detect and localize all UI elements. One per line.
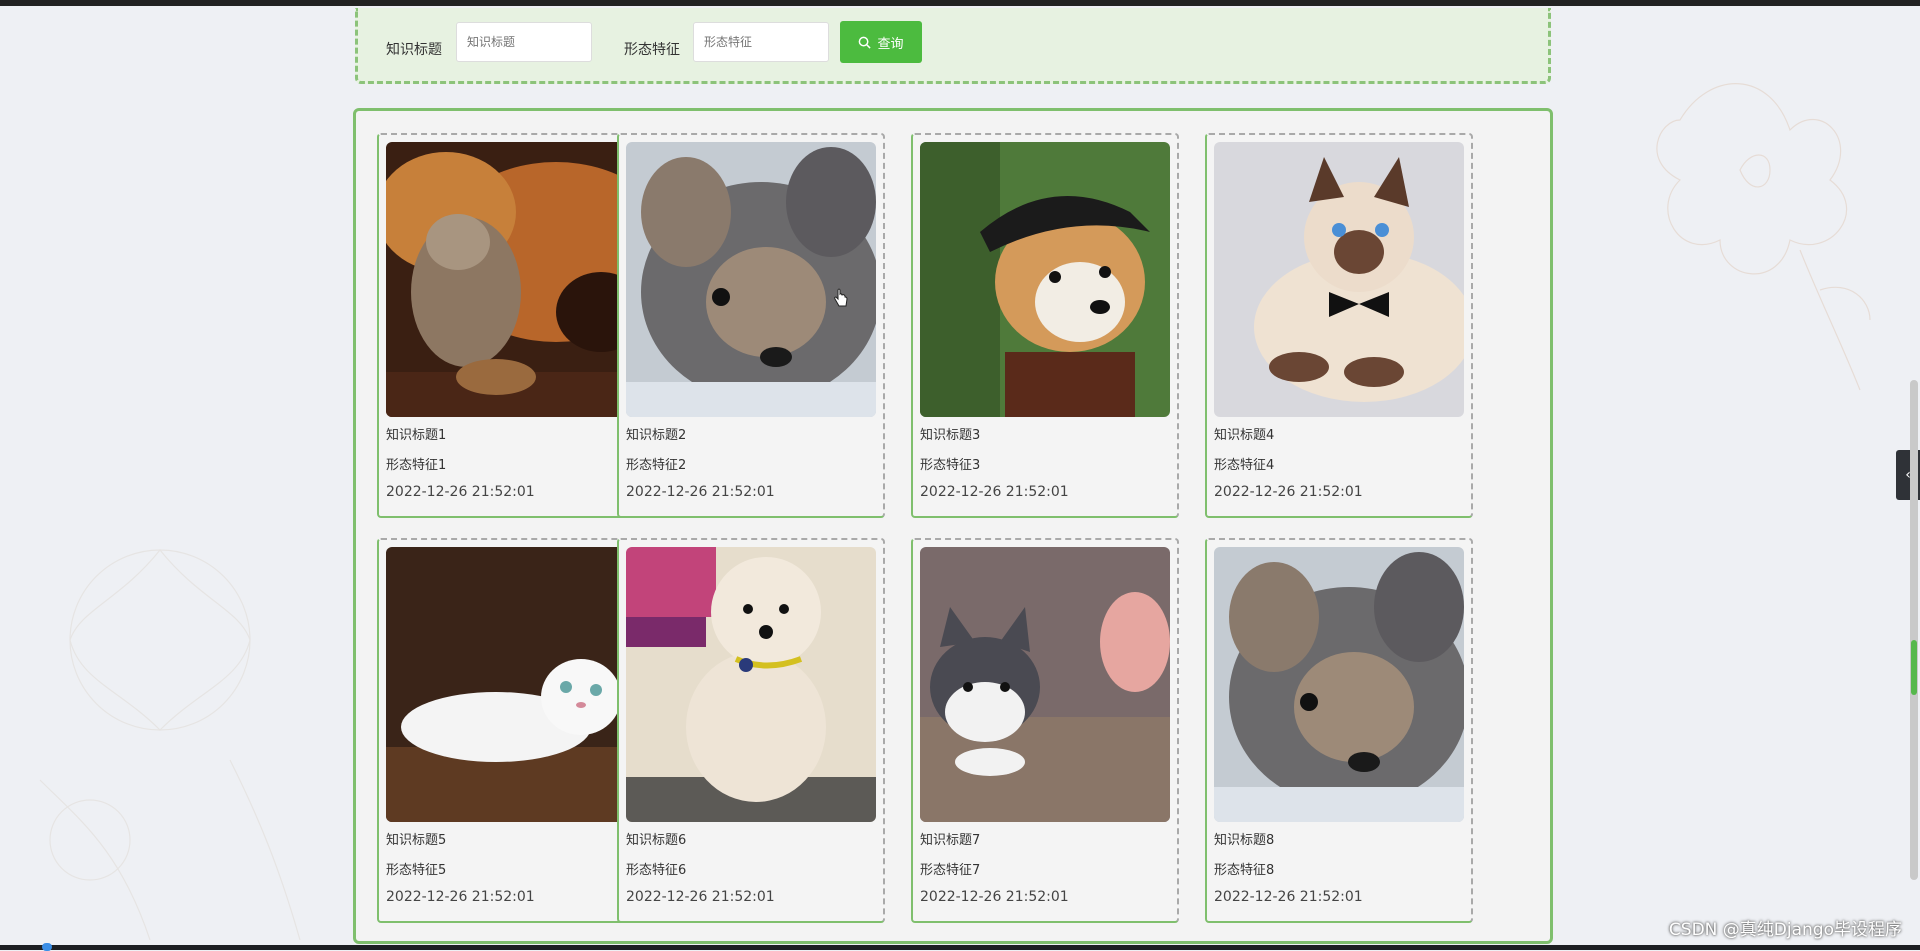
scrollbar-track[interactable] [1910,380,1918,880]
card-time: 2022-12-26 21:52:01 [1214,484,1363,500]
card-title: 知识标题8 [1214,833,1275,848]
card-title: 知识标题7 [920,833,981,848]
knowledge-grid: 知识标题1 形态特征1 2022-12-26 21:52:01 知识标题2 形态… [353,108,1553,944]
knowledge-card[interactable]: 知识标题1 形态特征1 2022-12-26 21:52:01 [377,133,645,518]
card-title: 知识标题4 [1214,428,1275,443]
floral-decoration [39,549,301,940]
feature-search-input[interactable] [693,22,829,62]
title-search-label: 知识标题 [386,42,442,58]
title-search-input[interactable] [456,22,592,62]
card-feature: 形态特征4 [1214,458,1275,473]
feature-search-label: 形态特征 [624,42,680,58]
white-fold-cat-photo[interactable] [386,547,636,822]
siamese-cat-bowtie-photo[interactable] [1214,142,1464,417]
knowledge-card[interactable]: 知识标题6 形态特征6 2022-12-26 21:52:01 [617,538,885,923]
gray-white-cat-photo[interactable] [920,547,1170,822]
card-title: 知识标题6 [626,833,687,848]
card-title: 知识标题1 [386,428,447,443]
card-time: 2022-12-26 21:52:01 [386,484,535,500]
knowledge-card[interactable]: 知识标题5 形态特征5 2022-12-26 21:52:01 [377,538,645,923]
card-time: 2022-12-26 21:52:01 [920,484,1069,500]
card-time: 2022-12-26 21:52:01 [626,484,775,500]
card-title: 知识标题2 [626,428,687,443]
card-feature: 形态特征2 [626,458,687,473]
knowledge-card[interactable]: 知识标题4 形态特征4 2022-12-26 21:52:01 [1205,133,1473,518]
top-bar [0,0,1920,6]
knowledge-card[interactable]: 知识标题3 形态特征3 2022-12-26 21:52:01 [911,133,1179,518]
scrollbar-thumb[interactable] [1911,640,1917,695]
poodle-photo[interactable] [626,547,876,822]
hand-cursor-icon [834,288,848,307]
card-time: 2022-12-26 21:52:01 [920,889,1069,905]
knowledge-card[interactable]: 知识标题7 形态特征7 2022-12-26 21:52:01 [911,538,1179,923]
card-feature: 形态特征8 [1214,863,1275,878]
card-time: 2022-12-26 21:52:01 [1214,889,1363,905]
knowledge-card[interactable]: 知识标题2 形态特征2 2022-12-26 21:52:01 [617,133,885,518]
search-button-label: 查询 [877,36,904,52]
cat-and-dog-photo[interactable] [386,142,636,417]
card-title: 知识标题3 [920,428,981,443]
card-feature: 形态特征3 [920,458,981,473]
card-feature: 形态特征6 [626,863,687,878]
search-panel: 知识标题 形态特征 查询 [355,8,1551,84]
gray-puppy-photo[interactable] [626,142,876,417]
watermark: CSDN @真纯Django毕设程序 [1668,920,1902,940]
card-title: 知识标题5 [386,833,447,848]
card-time: 2022-12-26 21:52:01 [386,889,535,905]
card-feature: 形态特征1 [386,458,447,473]
knowledge-card[interactable]: 知识标题8 形态特征8 2022-12-26 21:52:01 [1205,538,1473,923]
corgi-pirate-photo[interactable] [920,142,1170,417]
search-button[interactable]: 查询 [840,21,922,63]
card-feature: 形态特征5 [386,863,447,878]
bottom-bar [0,943,1920,951]
search-icon [859,36,872,49]
card-feature: 形态特征7 [920,863,981,878]
card-time: 2022-12-26 21:52:01 [626,889,775,905]
floral-decoration [1656,83,1871,391]
gray-puppy-photo[interactable] [1214,547,1464,822]
